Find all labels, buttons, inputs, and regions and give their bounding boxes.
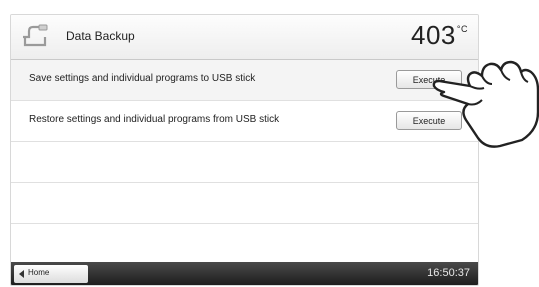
empty-row (11, 183, 478, 224)
clock: 16:50:37 (427, 267, 470, 279)
empty-row (11, 142, 478, 183)
back-arrow-icon (19, 270, 24, 278)
restore-from-usb-row: Restore settings and individual programs… (11, 101, 478, 142)
temperature-unit: °C (456, 24, 468, 34)
data-backup-icon (23, 24, 48, 47)
save-to-usb-row: Save settings and individual programs to… (11, 60, 478, 101)
home-label: Home (28, 268, 50, 277)
temperature-display: 403°C (411, 20, 468, 51)
backup-options-list: Save settings and individual programs to… (11, 60, 478, 224)
pointing-hand-icon (432, 60, 539, 148)
device-screen: Data Backup 403°C Save settings and indi… (10, 14, 479, 286)
header-bar: Data Backup 403°C (11, 15, 478, 60)
home-button[interactable]: Home (14, 265, 88, 283)
page-title: Data Backup (66, 29, 135, 43)
save-to-usb-label: Save settings and individual programs to… (29, 73, 256, 84)
temperature-value: 403 (411, 20, 456, 50)
footer-bar: Home 16:50:37 (11, 262, 478, 285)
restore-from-usb-label: Restore settings and individual programs… (29, 114, 280, 125)
